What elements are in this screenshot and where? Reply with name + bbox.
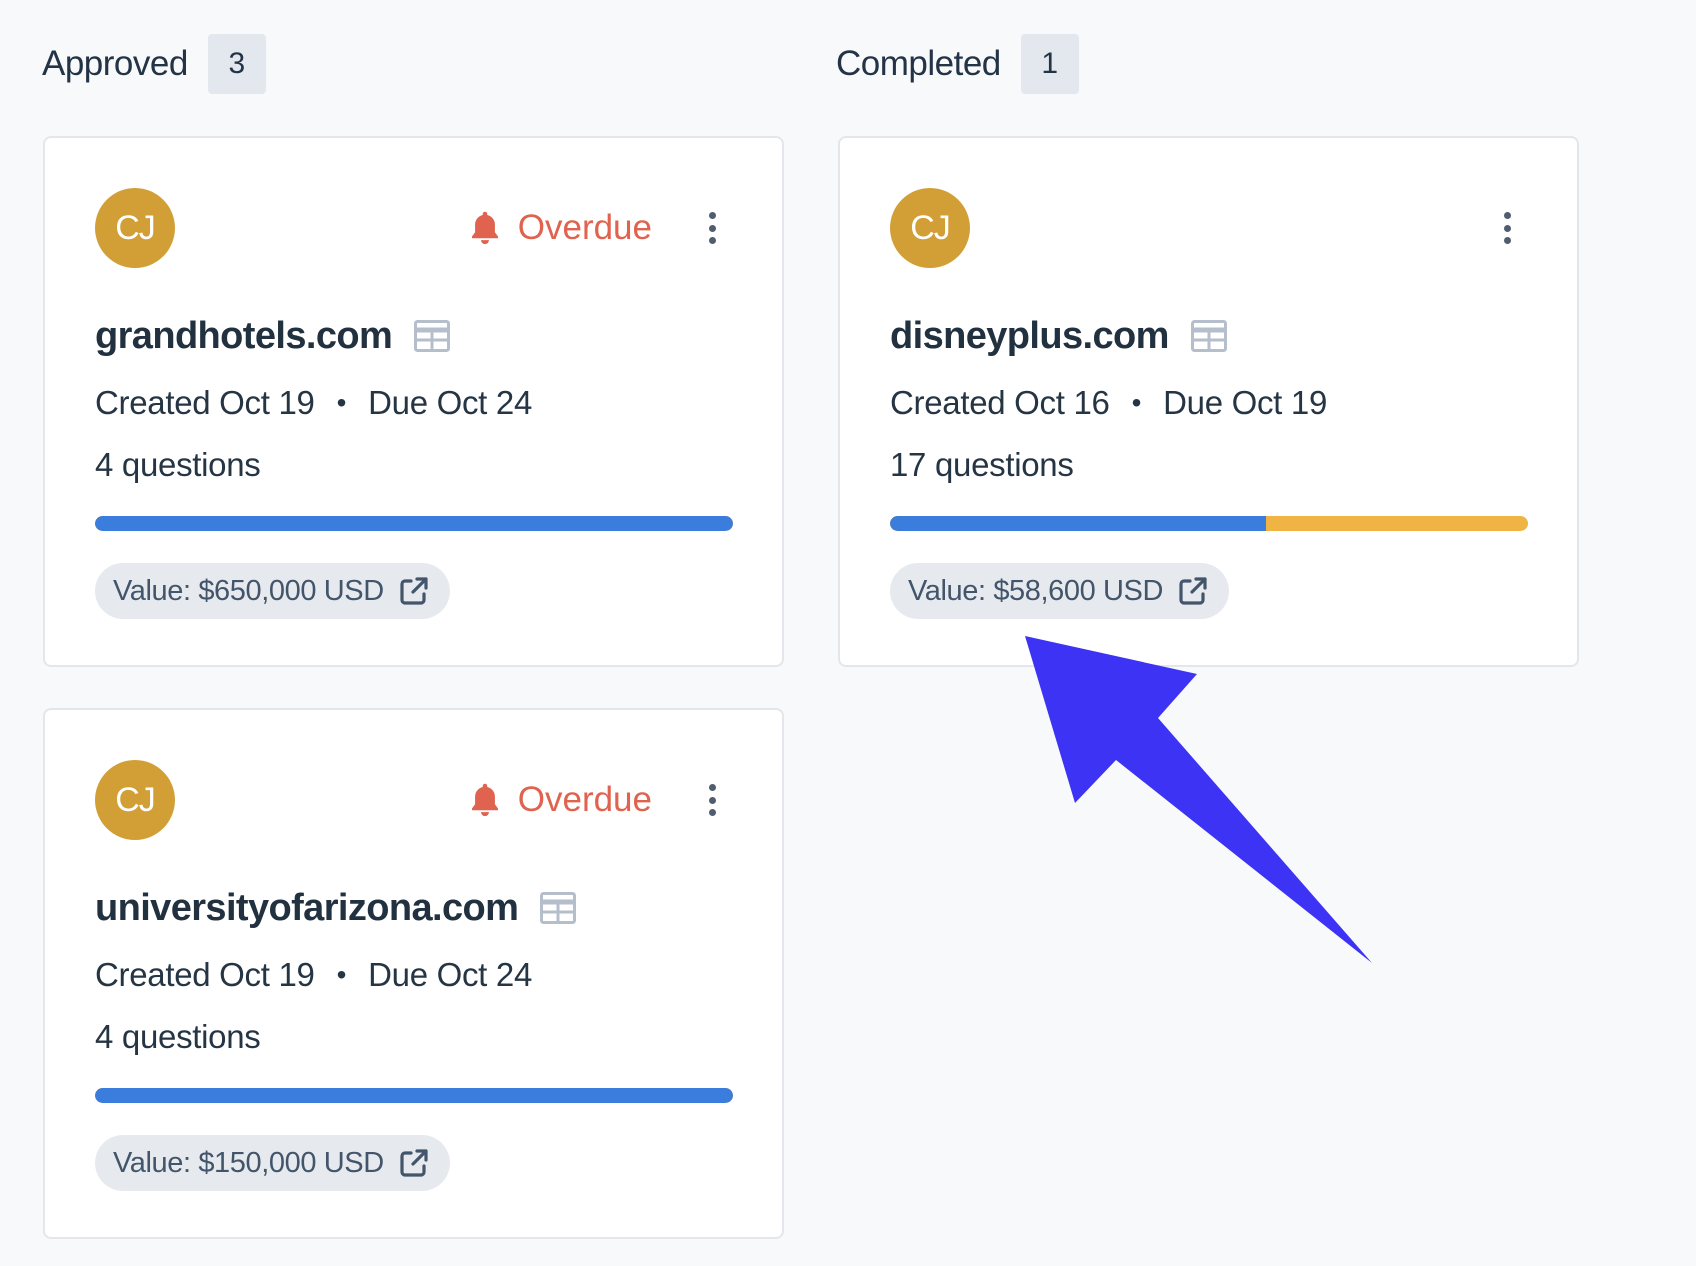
column-count-badge: 3 — [207, 34, 266, 94]
created-date: Created Oct 19 — [95, 384, 315, 421]
deal-card[interactable]: CJ Overdue grandhotels.com Created Oct 1… — [43, 136, 784, 667]
created-date: Created Oct 19 — [95, 956, 315, 993]
domain-name[interactable]: universityofarizona.com — [95, 887, 519, 930]
avatar: CJ — [95, 188, 175, 268]
date-line: Created Oct 19 • Due Oct 24 — [95, 378, 532, 428]
questions-count: 4 questions — [95, 1018, 261, 1055]
due-date: Due Oct 19 — [1163, 384, 1328, 421]
date-line: Created Oct 16 • Due Oct 19 — [890, 378, 1327, 428]
column-count-badge: 1 — [1020, 34, 1079, 94]
created-date: Created Oct 16 — [890, 384, 1110, 421]
avatar: CJ — [890, 188, 970, 268]
column-title: Completed — [836, 44, 1001, 83]
progress-fill — [95, 1088, 733, 1103]
column-title: Approved — [42, 44, 188, 83]
table-icon — [414, 320, 451, 352]
progress-bar — [95, 516, 733, 531]
kebab-menu-icon[interactable] — [700, 212, 724, 244]
kanban-board: Approved 3 Completed 1 CJ Overdue grandh… — [0, 0, 1696, 1266]
external-link-icon — [1179, 577, 1207, 605]
date-separator: • — [336, 959, 347, 990]
bell-icon — [471, 211, 498, 245]
value-label: Value: $58,600 USD — [908, 574, 1164, 607]
deal-card[interactable]: CJ disneyplus.com Created Oct 16 • Due O… — [838, 136, 1579, 667]
progress-bar — [890, 516, 1528, 531]
progress-fill — [890, 516, 1267, 531]
table-icon — [1190, 320, 1227, 352]
table-icon — [540, 892, 577, 924]
due-date: Due Oct 24 — [368, 956, 533, 993]
domain-row: grandhotels.com — [95, 308, 451, 364]
value-link-button[interactable]: Value: $150,000 USD — [95, 1135, 450, 1191]
date-separator: • — [1131, 387, 1142, 418]
value-label: Value: $150,000 USD — [113, 1146, 384, 1179]
questions-count: 17 questions — [890, 446, 1074, 483]
value-link-button[interactable]: Value: $650,000 USD — [95, 563, 450, 619]
date-separator: • — [336, 387, 347, 418]
progress-bar — [95, 1088, 733, 1103]
value-label: Value: $650,000 USD — [113, 574, 384, 607]
column-header-approved: Approved 3 — [42, 34, 266, 94]
domain-name[interactable]: grandhotels.com — [95, 315, 393, 358]
overdue-label: Overdue — [517, 208, 652, 247]
deal-card[interactable]: CJ Overdue universityofarizona.com Creat… — [43, 708, 784, 1239]
kebab-menu-icon[interactable] — [700, 784, 724, 816]
progress-fill — [95, 516, 733, 531]
bell-icon — [471, 783, 498, 817]
due-date: Due Oct 24 — [368, 384, 533, 421]
value-link-button[interactable]: Value: $58,600 USD — [890, 563, 1230, 619]
questions-count: 4 questions — [95, 446, 261, 483]
overdue-label: Overdue — [517, 780, 652, 819]
domain-row: disneyplus.com — [890, 308, 1227, 364]
avatar: CJ — [95, 760, 175, 840]
overdue-status: Overdue — [468, 204, 652, 252]
date-line: Created Oct 19 • Due Oct 24 — [95, 950, 532, 1000]
external-link-icon — [400, 1149, 428, 1177]
column-header-completed: Completed 1 — [836, 34, 1079, 94]
domain-name[interactable]: disneyplus.com — [890, 315, 1169, 358]
domain-row: universityofarizona.com — [95, 880, 577, 936]
overdue-status: Overdue — [468, 776, 652, 824]
kebab-menu-icon[interactable] — [1495, 212, 1519, 244]
external-link-icon — [400, 577, 428, 605]
